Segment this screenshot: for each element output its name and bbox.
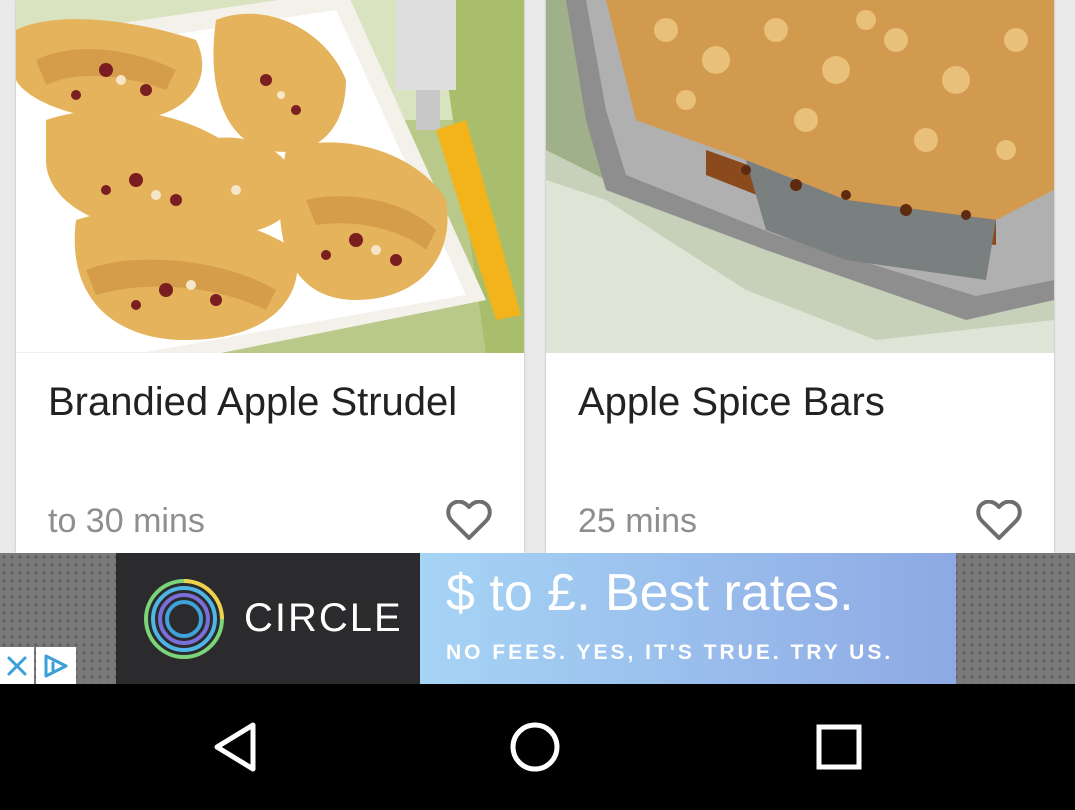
back-button[interactable] bbox=[195, 707, 275, 787]
adchoices-icon bbox=[44, 654, 68, 677]
home-button[interactable] bbox=[495, 707, 575, 787]
heart-outline-icon bbox=[446, 500, 492, 540]
heart-outline-icon bbox=[976, 500, 1022, 540]
ad-banner-area: CIRCLE $ to £. Best rates. NO FEES. YES,… bbox=[0, 553, 1075, 684]
ad-subline: NO FEES. YES, IT'S TRUE. TRY US. bbox=[446, 641, 894, 664]
close-icon bbox=[7, 656, 27, 675]
ad-brand-name: CIRCLE bbox=[244, 596, 403, 640]
recipe-cook-time: 25 mins bbox=[578, 502, 698, 540]
home-icon bbox=[510, 722, 560, 772]
ad-headline: $ to £. Best rates. bbox=[446, 564, 854, 622]
adchoices-button[interactable] bbox=[36, 647, 76, 684]
ad-copy-panel[interactable]: $ to £. Best rates. NO FEES. YES, IT'S T… bbox=[420, 553, 956, 684]
recipe-title[interactable]: Apple Spice Bars bbox=[578, 380, 885, 425]
recipe-image-spice-bars[interactable] bbox=[546, 0, 1054, 353]
circle-logo-icon bbox=[142, 577, 226, 661]
recents-button[interactable] bbox=[799, 707, 879, 787]
recents-icon bbox=[816, 724, 862, 770]
ad-brand-panel[interactable]: CIRCLE bbox=[116, 553, 420, 684]
recipe-image-strudel[interactable] bbox=[16, 0, 524, 353]
favorite-button[interactable] bbox=[446, 500, 492, 542]
system-navigation-bar bbox=[0, 684, 1075, 810]
recipe-card-strudel[interactable]: Brandied Apple Strudel to 30 mins bbox=[16, 0, 524, 553]
back-icon bbox=[214, 722, 256, 772]
ad-banner[interactable]: CIRCLE $ to £. Best rates. NO FEES. YES,… bbox=[116, 553, 956, 684]
recipe-cook-time: to 30 mins bbox=[48, 502, 205, 540]
favorite-button[interactable] bbox=[976, 500, 1022, 542]
ad-close-button[interactable] bbox=[0, 647, 34, 684]
recipe-title[interactable]: Brandied Apple Strudel bbox=[48, 380, 457, 425]
screen: Brandied Apple Strudel to 30 mins Apple … bbox=[0, 0, 1075, 810]
recipe-card-spice-bars[interactable]: Apple Spice Bars 25 mins bbox=[546, 0, 1054, 553]
